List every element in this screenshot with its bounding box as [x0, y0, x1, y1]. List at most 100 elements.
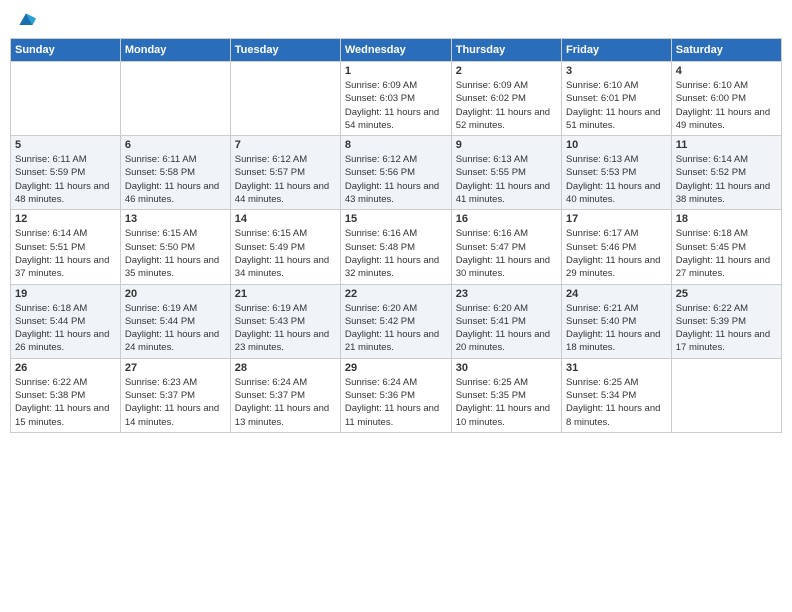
- day-info-line: Sunset: 6:02 PM: [456, 93, 526, 104]
- day-info-line: Daylight: 11 hours and 15 minutes.: [15, 403, 109, 427]
- day-info-line: Sunset: 5:41 PM: [456, 316, 526, 327]
- day-info-line: Daylight: 11 hours and 13 minutes.: [235, 403, 329, 427]
- day-info-line: Sunset: 5:47 PM: [456, 242, 526, 253]
- calendar-day-cell: 28 Sunrise: 6:24 AM Sunset: 5:37 PM Dayligh…: [230, 358, 340, 432]
- day-info-line: Sunrise: 6:13 AM: [456, 154, 528, 165]
- day-info-line: Daylight: 11 hours and 18 minutes.: [566, 329, 660, 353]
- day-info-line: Sunrise: 6:16 AM: [345, 228, 417, 239]
- day-info-line: Sunrise: 6:11 AM: [125, 154, 197, 165]
- day-number: 6: [125, 139, 226, 151]
- calendar-header-row: SundayMondayTuesdayWednesdayThursdayFrid…: [11, 39, 782, 62]
- day-info-line: Daylight: 11 hours and 8 minutes.: [566, 403, 660, 427]
- calendar-week-row: 19Sunrise: 6:18 AMSunset: 5:44 PMDayligh…: [11, 284, 782, 358]
- day-number: 10: [566, 139, 667, 151]
- day-info: Sunrise: 6:17 AMSunset: 5:46 PMDaylight:…: [566, 227, 667, 280]
- day-number: 11: [676, 139, 777, 151]
- calendar-day-cell: 9Sunrise: 6:13 AMSunset: 5:55 PMDaylight…: [451, 136, 561, 210]
- day-info-line: Daylight: 11 hours and 20 minutes.: [456, 329, 550, 353]
- calendar-day-cell: 26 Sunrise: 6:22 AMSunset: 5:38 PMDayligh…: [11, 358, 121, 432]
- day-info-line: Sunset: 5:37 PM: [235, 390, 305, 401]
- calendar-day-cell: 16Sunrise: 6:16 AMSunset: 5:47 PMDayligh…: [451, 210, 561, 284]
- day-info-line: Sunrise: 6:24 AM: [235, 377, 307, 388]
- day-number: 18: [676, 213, 777, 225]
- day-info-line: Daylight: 11 hours and 21 minutes.: [345, 329, 439, 353]
- day-number: 3: [566, 65, 667, 77]
- weekday-header-friday: Friday: [562, 39, 672, 62]
- day-info: Sunrise: 6:24 AM Sunset: 5:37 PM Daylight:…: [235, 376, 336, 429]
- calendar-day-cell: 11Sunrise: 6:14 AMSunset: 5:52 PMDayligh…: [671, 136, 781, 210]
- day-info: Sunrise: 6:22 AMSunset: 5:38 PMDaylight:…: [15, 376, 116, 429]
- day-number: 28: [235, 362, 336, 374]
- calendar-day-cell: 2Sunrise: 6:09 AMSunset: 6:02 PMDaylight…: [451, 62, 561, 136]
- day-info: Sunrise: 6:10 AMSunset: 6:01 PMDaylight:…: [566, 79, 667, 132]
- day-info: Sunrise: 6:15 AMSunset: 5:50 PMDaylight:…: [125, 227, 226, 280]
- day-info-line: Sunrise: 6:16 AM: [456, 228, 528, 239]
- day-info: Sunrise: 6:11 AMSunset: 5:58 PMDaylight:…: [125, 153, 226, 206]
- weekday-header-saturday: Saturday: [671, 39, 781, 62]
- day-info-line: Daylight: 11 hours and 24 minutes.: [125, 329, 219, 353]
- day-info-line: Daylight: 11 hours and 48 minutes.: [15, 181, 109, 205]
- calendar-day-cell: 17Sunrise: 6:17 AMSunset: 5:46 PMDayligh…: [562, 210, 672, 284]
- calendar-day-cell: 30Sunrise: 6:25 AMSunset: 5:35 PMDayligh…: [451, 358, 561, 432]
- day-number: 26: [15, 362, 116, 374]
- weekday-header-monday: Monday: [120, 39, 230, 62]
- calendar-day-cell: 6Sunrise: 6:11 AMSunset: 5:58 PMDaylight…: [120, 136, 230, 210]
- day-info-line: Sunset: 5:59 PM: [15, 167, 85, 178]
- day-info-line: Daylight: 11 hours and 44 minutes.: [235, 181, 329, 205]
- day-info-line: Daylight: 11 hours and 41 minutes.: [456, 181, 550, 205]
- day-info-line: Daylight: 11 hours and 40 minutes.: [566, 181, 660, 205]
- day-info-line: Sunset: 5:46 PM: [566, 242, 636, 253]
- calendar-day-cell: 21Sunrise: 6:19 AMSunset: 5:43 PMDayligh…: [230, 284, 340, 358]
- day-number: 20: [125, 288, 226, 300]
- calendar-day-cell: [120, 62, 230, 136]
- day-number: 1: [345, 65, 447, 77]
- day-info-line: Daylight: 11 hours and 38 minutes.: [676, 181, 770, 205]
- day-info-line: Sunset: 5:50 PM: [125, 242, 195, 253]
- day-info: Sunrise: 6:11 AMSunset: 5:59 PMDaylight:…: [15, 153, 116, 206]
- day-number: 25: [676, 288, 777, 300]
- calendar-table: SundayMondayTuesdayWednesdayThursdayFrid…: [10, 38, 782, 433]
- day-number: 22: [345, 288, 447, 300]
- day-number: 27: [125, 362, 226, 374]
- day-info: Sunrise: 6:20 AMSunset: 5:41 PMDaylight:…: [456, 302, 557, 355]
- day-info-line: Daylight: 11 hours and 27 minutes.: [676, 255, 770, 279]
- day-number: 4: [676, 65, 777, 77]
- day-info-line: Daylight: 11 hours and 10 minutes.: [456, 403, 550, 427]
- day-info-line: Sunset: 5:53 PM: [566, 167, 636, 178]
- day-info: Sunrise: 6:22 AMSunset: 5:39 PMDaylight:…: [676, 302, 777, 355]
- day-info: Sunrise: 6:19 AMSunset: 5:43 PMDaylight:…: [235, 302, 336, 355]
- day-info-line: Sunset: 6:00 PM: [676, 93, 746, 104]
- weekday-header-sunday: Sunday: [11, 39, 121, 62]
- day-info-line: Daylight: 11 hours and 35 minutes.: [125, 255, 219, 279]
- day-info-line: Sunrise: 6:18 AM: [15, 303, 87, 314]
- calendar-day-cell: 10Sunrise: 6:13 AMSunset: 5:53 PMDayligh…: [562, 136, 672, 210]
- day-number: 7: [235, 139, 336, 151]
- weekday-header-tuesday: Tuesday: [230, 39, 340, 62]
- page-header: [10, 10, 782, 30]
- day-info: Sunrise: 6:18 AMSunset: 5:44 PMDaylight:…: [15, 302, 116, 355]
- day-info-line: Daylight: 11 hours and 14 minutes.: [125, 403, 219, 427]
- calendar-day-cell: [230, 62, 340, 136]
- day-info: Sunrise: 6:16 AMSunset: 5:48 PMDaylight:…: [345, 227, 447, 280]
- calendar-day-cell: 3 Sunrise: 6:10 AMSunset: 6:01 PMDaylight…: [562, 62, 672, 136]
- day-info-line: Sunset: 6:01 PM: [566, 93, 636, 104]
- day-info-line: Sunrise: 6:12 AM: [235, 154, 307, 165]
- day-info-line: Daylight: 11 hours and 34 minutes.: [235, 255, 329, 279]
- day-info-line: Sunset: 5:45 PM: [676, 242, 746, 253]
- calendar-day-cell: 14Sunrise: 6:15 AMSunset: 5:49 PMDayligh…: [230, 210, 340, 284]
- day-info-line: Sunset: 5:51 PM: [15, 242, 85, 253]
- day-info: Sunrise: 6:23 AMSunset: 5:37 PMDaylight:…: [125, 376, 226, 429]
- calendar-day-cell: 23Sunrise: 6:20 AMSunset: 5:41 PMDayligh…: [451, 284, 561, 358]
- calendar-week-row: 1Sunrise: 6:09 AMSunset: 6:03 PMDaylight…: [11, 62, 782, 136]
- day-info: Sunrise: 6:09 AMSunset: 6:02 PMDaylight:…: [456, 79, 557, 132]
- day-info-line: Sunrise: 6:15 AM: [235, 228, 307, 239]
- day-info-line: Sunrise: 6:25 AM: [456, 377, 528, 388]
- day-info-line: Sunset: 5:58 PM: [125, 167, 195, 178]
- day-info: Sunrise: 6:24 AMSunset: 5:36 PMDaylight:…: [345, 376, 447, 429]
- calendar-day-cell: 24Sunrise: 6:21 AMSunset: 5:40 PMDayligh…: [562, 284, 672, 358]
- calendar-week-row: 5Sunrise: 6:11 AMSunset: 5:59 PMDaylight…: [11, 136, 782, 210]
- day-number: 9: [456, 139, 557, 151]
- calendar-day-cell: 20Sunrise: 6:19 AMSunset: 5:44 PMDayligh…: [120, 284, 230, 358]
- day-info-line: Sunset: 5:56 PM: [345, 167, 415, 178]
- day-info-line: Sunrise: 6:12 AM: [345, 154, 417, 165]
